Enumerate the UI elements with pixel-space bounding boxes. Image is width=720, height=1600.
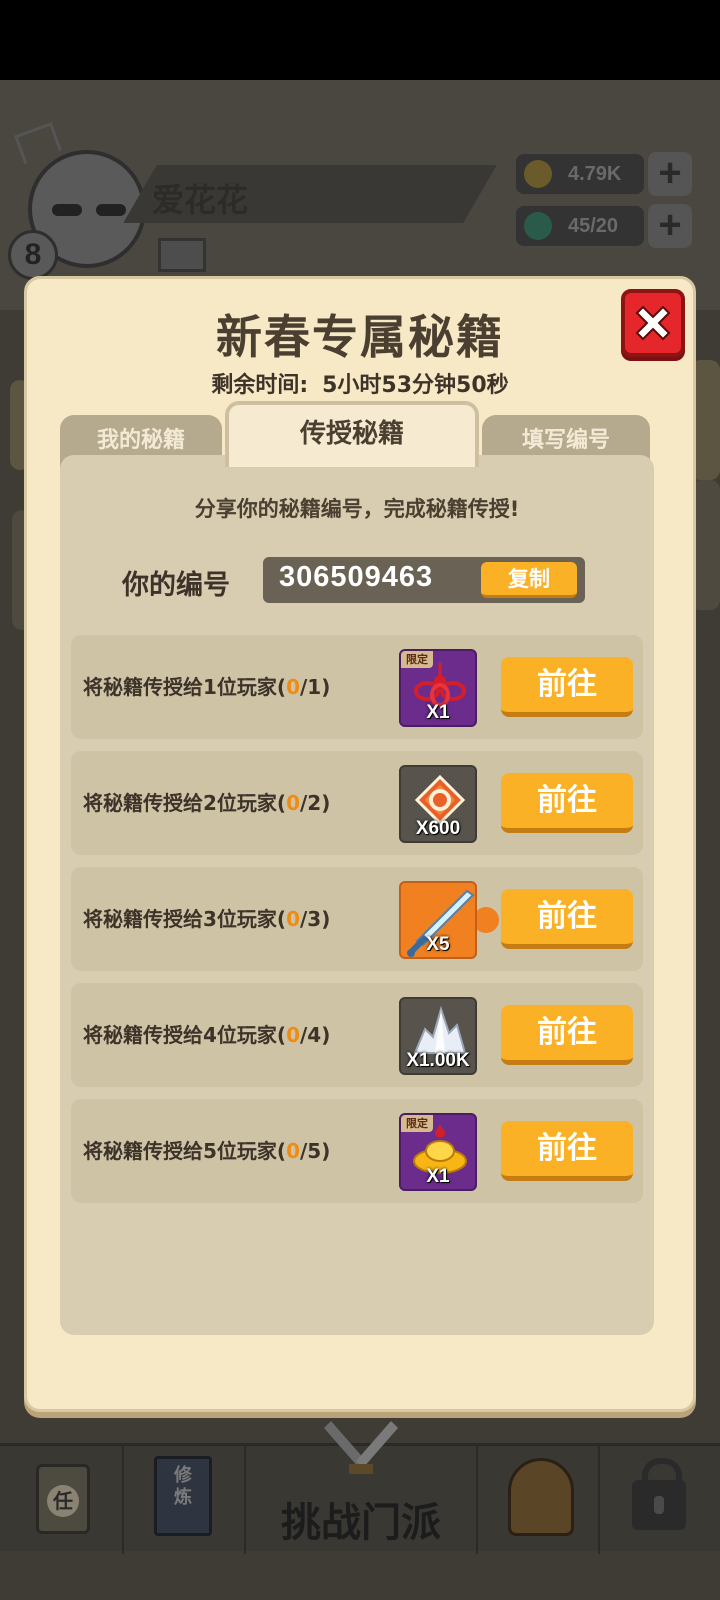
timer-value: 5小时53分钟50秒 bbox=[322, 373, 509, 398]
reward-quantity: X1 bbox=[426, 1166, 450, 1187]
task-text: 将秘籍传授给1位玩家( bbox=[83, 675, 287, 699]
close-icon bbox=[635, 305, 671, 341]
nav-task-button: 任 bbox=[0, 1446, 124, 1554]
task-row: 将秘籍传授给2位玩家(0/2) X600 前往 bbox=[71, 751, 643, 855]
task-row: 将秘籍传授给5位玩家(0/5) 限定 X1 前往 bbox=[71, 1099, 643, 1203]
nav-cultivate-button: 修炼 bbox=[124, 1446, 246, 1554]
task-text: 将秘籍传授给3位玩家( bbox=[83, 907, 287, 931]
close-button[interactable] bbox=[621, 289, 685, 357]
eye-icon bbox=[96, 204, 126, 216]
task-label: 将秘籍传授给2位玩家(0/2) bbox=[83, 787, 330, 816]
jade-icon bbox=[524, 212, 552, 240]
coin-icon bbox=[524, 160, 552, 188]
limited-badge: 限定 bbox=[401, 651, 433, 668]
coin-value: 4.79K bbox=[568, 163, 622, 185]
reward-item[interactable]: 限定 X1 bbox=[399, 649, 477, 727]
reward-item[interactable]: X5 bbox=[399, 881, 477, 959]
task-progress: 0 bbox=[286, 1023, 300, 1047]
task-target: /3) bbox=[299, 907, 331, 931]
jade-value: 45/20 bbox=[568, 215, 619, 237]
task-target: /2) bbox=[299, 791, 331, 815]
add-jade-button: + bbox=[648, 204, 692, 248]
code-value: 306509463 bbox=[279, 561, 434, 593]
reward-item[interactable]: 限定 X1 bbox=[399, 1113, 477, 1191]
task-text: 将秘籍传授给4位玩家( bbox=[83, 1023, 287, 1047]
crossed-swords-icon bbox=[324, 1421, 398, 1474]
book-label: 修炼 bbox=[174, 1465, 192, 1508]
timer-label: 剩余时间: bbox=[211, 373, 309, 398]
countdown-timer: 剩余时间: 5小时53分钟50秒 bbox=[27, 367, 693, 399]
jade-resource: 45/20 bbox=[516, 206, 644, 246]
reward-quantity: X1.00K bbox=[406, 1050, 470, 1071]
crown-icon bbox=[14, 122, 62, 164]
task-row: 将秘籍传授给3位玩家(0/3) X5 前往 bbox=[71, 867, 643, 971]
teach-panel: 分享你的秘籍编号，完成秘籍传授! 你的编号 306509463 复制 将秘籍传授… bbox=[60, 455, 654, 1335]
reward-item[interactable]: X600 bbox=[399, 765, 477, 843]
task-target: /1) bbox=[299, 675, 331, 699]
go-button[interactable]: 前往 bbox=[501, 889, 633, 949]
task-label: 任 bbox=[47, 1485, 79, 1517]
helmet-icon bbox=[508, 1458, 574, 1536]
book-icon: 修炼 bbox=[154, 1456, 212, 1536]
modal-title: 新春专属秘籍 bbox=[216, 310, 504, 364]
task-text: 将秘籍传授给5位玩家( bbox=[83, 1139, 287, 1163]
player-level-badge: 8 bbox=[8, 230, 58, 280]
add-coin-button: + bbox=[648, 152, 692, 196]
nav-challenge-button: 挑战门派 bbox=[246, 1421, 476, 1554]
secret-book-modal: 新春专属秘籍 剩余时间: 5小时53分钟50秒 我的秘籍 填写编号 分享你的秘籍编… bbox=[24, 276, 696, 1412]
task-row: 将秘籍传授给1位玩家(0/1) 限定 X1 前往 bbox=[71, 635, 643, 739]
reward-quantity: X1 bbox=[426, 702, 450, 723]
go-button[interactable]: 前往 bbox=[501, 1005, 633, 1065]
task-progress: 0 bbox=[286, 907, 300, 931]
code-display: 306509463 复制 bbox=[263, 557, 585, 603]
task-progress: 0 bbox=[286, 1139, 300, 1163]
bottom-nav: 任 修炼 挑战门派 bbox=[0, 1421, 720, 1554]
scroll-icon: 任 bbox=[36, 1464, 90, 1534]
task-target: /5) bbox=[299, 1139, 331, 1163]
nav-locked-button bbox=[600, 1446, 720, 1554]
coin-resource: 4.79K bbox=[516, 154, 644, 194]
task-text: 将秘籍传授给2位玩家( bbox=[83, 791, 287, 815]
code-label: 你的编号 bbox=[122, 570, 230, 601]
share-instruction: 分享你的秘籍编号，完成秘籍传授! bbox=[194, 497, 520, 521]
task-progress: 0 bbox=[286, 791, 300, 815]
task-label: 将秘籍传授给5位玩家(0/5) bbox=[83, 1135, 330, 1164]
task-label: 将秘籍传授给3位玩家(0/3) bbox=[83, 903, 330, 932]
nav-equipment-button bbox=[476, 1446, 600, 1554]
task-row: 将秘籍传授给4位玩家(0/4) X1.00K 前往 bbox=[71, 983, 643, 1087]
go-button[interactable]: 前往 bbox=[501, 773, 633, 833]
go-button[interactable]: 前往 bbox=[501, 1121, 633, 1181]
lock-icon bbox=[632, 1458, 686, 1530]
limited-badge: 限定 bbox=[401, 1115, 433, 1132]
task-progress: 0 bbox=[286, 675, 300, 699]
challenge-label: 挑战门派 bbox=[281, 1500, 441, 1546]
go-button[interactable]: 前往 bbox=[501, 657, 633, 717]
player-name: 爱花花 bbox=[152, 181, 249, 219]
eye-icon bbox=[52, 204, 82, 216]
task-label: 将秘籍传授给1位玩家(0/1) bbox=[83, 671, 330, 700]
reward-quantity: X5 bbox=[426, 934, 450, 955]
copy-button[interactable]: 复制 bbox=[481, 562, 577, 598]
reward-quantity: X600 bbox=[415, 818, 461, 839]
tab-teach-secret-books[interactable]: 传授秘籍 bbox=[225, 401, 479, 467]
mail-icon bbox=[158, 238, 206, 272]
reward-item[interactable]: X1.00K bbox=[399, 997, 477, 1075]
task-target: /4) bbox=[299, 1023, 331, 1047]
task-label: 将秘籍传授给4位玩家(0/4) bbox=[83, 1019, 330, 1048]
